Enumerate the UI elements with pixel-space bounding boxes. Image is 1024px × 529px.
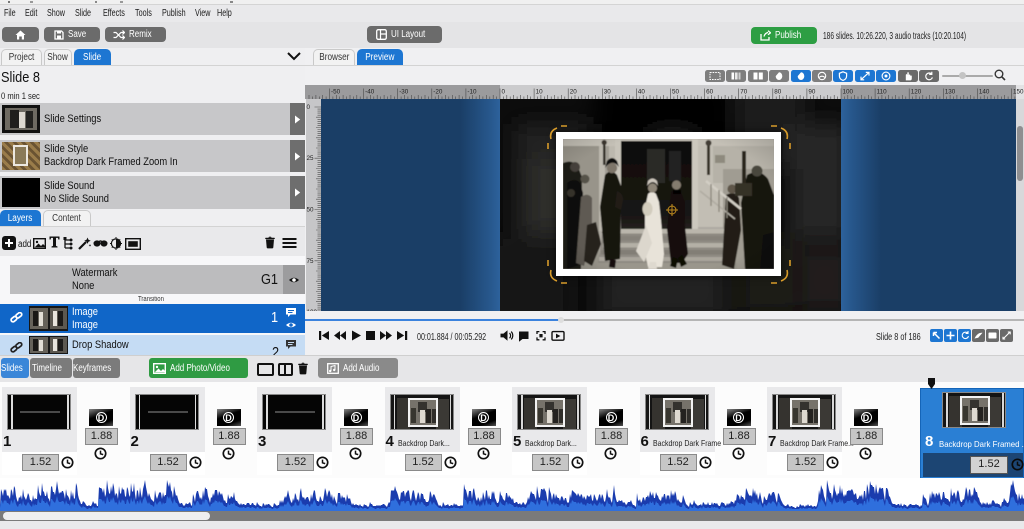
svg-text:0: 0 (307, 104, 311, 111)
svg-text:0: 0 (502, 89, 506, 96)
svg-text:-40: -40 (365, 89, 375, 96)
svg-text:60: 60 (706, 89, 714, 96)
svg-text:40: 40 (638, 89, 646, 96)
svg-text:-50: -50 (331, 89, 341, 96)
svg-text:-10: -10 (467, 89, 477, 96)
svg-text:130: 130 (945, 89, 956, 96)
svg-text:20: 20 (570, 89, 578, 96)
svg-text:70: 70 (740, 89, 748, 96)
svg-text:80: 80 (774, 89, 782, 96)
svg-text:100: 100 (843, 89, 854, 96)
svg-text:75: 75 (307, 258, 315, 265)
svg-text:50: 50 (672, 89, 680, 96)
svg-text:140: 140 (979, 89, 990, 96)
svg-text:-30: -30 (399, 89, 409, 96)
svg-text:25: 25 (307, 155, 315, 162)
svg-text:30: 30 (604, 89, 612, 96)
svg-text:100: 100 (307, 309, 318, 311)
svg-text:50: 50 (307, 207, 315, 214)
svg-text:150: 150 (1013, 89, 1024, 96)
svg-text:90: 90 (808, 89, 816, 96)
svg-text:120: 120 (911, 89, 922, 96)
svg-text:110: 110 (877, 89, 888, 96)
svg-text:-20: -20 (433, 89, 443, 96)
svg-text:10: 10 (536, 89, 544, 96)
